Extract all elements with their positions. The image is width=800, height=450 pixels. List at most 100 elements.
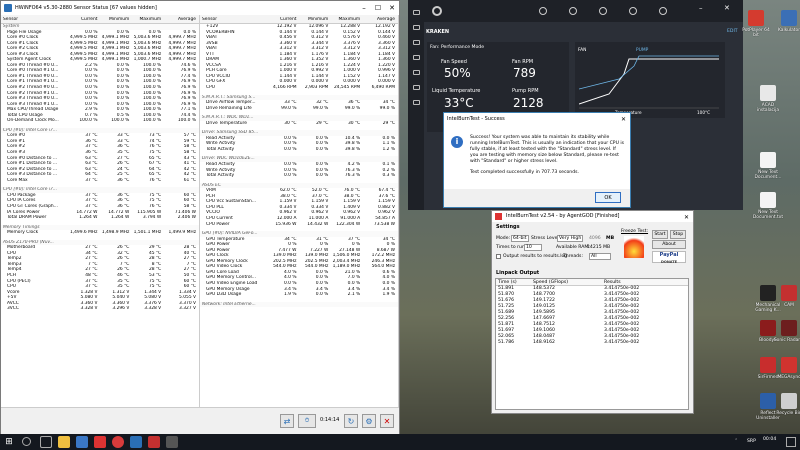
user-icon[interactable] — [659, 7, 667, 15]
clock-time[interactable]: 00:04 — [763, 437, 776, 442]
hwinfo-task-icon[interactable] — [130, 436, 142, 448]
desktop-icon[interactable]: New Text Document.txt — [751, 192, 785, 220]
desktop-icon[interactable]: ACAD instalacija — [751, 85, 785, 113]
sensor-row[interactable]: GPU D3D Usage 1.9 % 0.0 % 2.1 % 1.9 % — [200, 292, 398, 298]
cam-minimize-icon[interactable]: – — [699, 4, 703, 12]
hwinfo-left-header[interactable]: Sensor Current Minimum Maximum Average — [1, 15, 199, 24]
cam-edit-link[interactable]: EDIT — [727, 29, 738, 34]
col-current[interactable]: Current — [268, 17, 300, 22]
sensor-name: 3VCC — [7, 306, 19, 312]
col-average[interactable]: Average — [363, 17, 398, 22]
col-minimum[interactable]: Minimum — [100, 17, 132, 22]
chrome-icon[interactable] — [112, 436, 124, 448]
settings-icon[interactable]: ⚙ — [362, 414, 376, 428]
threads-select[interactable]: All — [589, 253, 611, 260]
hwinfo-titlebar[interactable]: HWiNFO64 v5.30-2880 Sensor Status [67 va… — [1, 1, 399, 15]
sensor-row[interactable]: Drive Temperature 30 °C 29 °C 30 °C 29 °C — [200, 121, 398, 127]
paypal-donate-button[interactable]: PayPal DONATE — [652, 251, 686, 264]
liquid-temp-label: Liquid Temperature — [432, 88, 481, 94]
col-average[interactable]: Average — [164, 17, 199, 22]
col-minimum[interactable]: Minimum — [299, 17, 331, 22]
sensor-row[interactable]: CPU Power 15.936 W 14.432 W 122.304 W 73.538… — [200, 222, 398, 228]
close-icon[interactable]: ✕ — [684, 212, 689, 223]
mode-select[interactable]: 64-bit — [511, 235, 529, 242]
desktop-icon-label: PotPlayer 64 bit — [742, 28, 770, 38]
sensor-row[interactable]: 3VCC 3.328 V 3.296 V 3.328 V 3.327 V — [1, 306, 199, 312]
lightning-icon[interactable] — [599, 7, 607, 15]
linpack-row[interactable]: 51.786 148.9162 3.414750e-002 — [496, 340, 688, 346]
ibt-titlebar[interactable]: IntelBurnTest v2.54 - by AgentGOD [Finis… — [492, 211, 693, 222]
about-button[interactable]: About — [652, 240, 686, 249]
desktop-icon[interactable]: Kalkulator — [772, 10, 800, 33]
edge-icon[interactable] — [76, 436, 88, 448]
sensor-group-row[interactable]: Network: Intel Etherne... — [200, 301, 398, 308]
sidebar-headset-icon[interactable] — [412, 70, 420, 75]
memory-size-input[interactable]: 4096 — [589, 236, 601, 241]
ok-button[interactable]: OK — [595, 192, 621, 203]
close-icon[interactable]: ✕ — [621, 114, 626, 126]
value-average: 6,490 RPM — [371, 85, 396, 91]
cam-fan-curve-graph[interactable]: FAN PUMP Temperature 100°C — [575, 42, 725, 118]
desktop-icon[interactable]: New Text Document... — [751, 152, 785, 180]
monitor-icon[interactable] — [539, 7, 547, 15]
sensor-row[interactable]: Total Activity 0.0 % 0.0 % 39.8 % 1.2 % — [200, 147, 398, 153]
network-icon[interactable]: ⇄ — [280, 414, 294, 428]
output-checkbox[interactable] — [496, 254, 501, 259]
sensor-row[interactable]: Drive Remaining Life 99.0 % 99.0 % 99.0 % 99… — [200, 106, 398, 112]
hwinfo-right-header[interactable]: Sensor Current Minimum Maximum Average — [200, 15, 398, 24]
stop-button[interactable]: Stop — [670, 230, 686, 239]
linpack-output-table[interactable]: Time (s) Speed (GFlops) Results 51.891 14… — [495, 278, 689, 410]
stress-level-select[interactable]: Very High — [557, 235, 583, 242]
sidebar-device-icon[interactable] — [412, 85, 420, 90]
sensor-row[interactable]: CPU 4,166 RPM 2,903 RPM 24,545 RPM 6,490 RPM — [200, 85, 398, 91]
ibt-task-icon[interactable] — [148, 436, 160, 448]
notification-icon[interactable] — [786, 437, 796, 447]
sensor-row[interactable]: Memory Clock 1,499.6 MHz 1,498.9 MHz 1,501.… — [1, 230, 199, 236]
tray-up-icon[interactable]: ˄ — [735, 439, 737, 444]
sensor-row[interactable]: On-Demand Clock Mo... 100.0 % 100.0 % 100.0… — [1, 118, 199, 124]
bell-icon[interactable] — [629, 7, 637, 15]
col-current[interactable]: Current — [69, 17, 101, 22]
close-sensors-icon[interactable]: ✕ — [380, 414, 394, 428]
desktop-icon-label: CAM — [784, 303, 794, 308]
sidebar-pc-icon[interactable] — [412, 10, 420, 15]
times-input[interactable]: 10 — [524, 244, 542, 251]
windows-start-icon[interactable]: ⊞ — [3, 436, 15, 448]
col-maximum[interactable]: Maximum — [132, 17, 164, 22]
desktop-icon-label: Kalkulator — [777, 28, 800, 33]
desktop-icon[interactable]: Sonic Radar II — [772, 320, 800, 343]
maximize-icon[interactable]: ☐ — [371, 1, 385, 15]
sidebar-mouse-icon[interactable] — [412, 55, 420, 60]
value-minimum: 29 °C — [316, 120, 329, 126]
language-indicator[interactable]: SRP — [747, 439, 756, 444]
cam-task-icon[interactable] — [166, 436, 178, 448]
cortana-icon[interactable] — [22, 437, 31, 446]
minimize-icon[interactable]: – — [357, 1, 371, 15]
freeze-test-icon[interactable] — [624, 236, 644, 258]
sensor-row[interactable]: Total Activity 0.0 % 0.0 % 76.3 % 0.3 % — [200, 173, 398, 179]
col-maximum[interactable]: Maximum — [331, 17, 363, 22]
ibs-titlebar[interactable]: IntelBurnTest - Success ✕ — [444, 113, 630, 125]
col-sensor[interactable]: Sensor — [1, 17, 69, 22]
task-view-icon[interactable] — [40, 436, 52, 448]
gear-icon[interactable] — [569, 7, 577, 15]
desktop-icon[interactable]: Recycle Bin — [772, 393, 800, 416]
desktop-icon[interactable]: CAM — [772, 285, 800, 308]
close-icon[interactable]: ✕ — [385, 1, 399, 15]
value-maximum: 24,545 RPM — [333, 85, 361, 91]
sensor-row[interactable]: Core Max 37 °C 36 °C 76 °C 61 °C — [1, 178, 199, 184]
hwinfo-right-pane[interactable]: Sensor Current Minimum Maximum Average +… — [200, 15, 399, 407]
sensor-row[interactable]: Total DRAM Power 1.264 W 1.264 W 3.794 W 2.4… — [1, 215, 199, 221]
start-button[interactable]: Start — [652, 230, 668, 239]
hwinfo-left-pane[interactable]: Sensor Current Minimum Maximum Average S… — [1, 15, 200, 407]
cam-close-icon[interactable]: ✕ — [724, 4, 730, 12]
sidebar-device2-icon[interactable] — [412, 100, 420, 105]
desktop-icon[interactable]: PotPlayer 64 bit — [739, 10, 773, 38]
desktop-icon[interactable]: MEGAsync — [772, 357, 800, 380]
sidebar-keyboard-icon[interactable] — [412, 40, 420, 45]
reset-icon[interactable]: ↻ — [344, 414, 358, 428]
explorer-icon[interactable] — [58, 436, 70, 448]
col-sensor[interactable]: Sensor — [200, 17, 268, 22]
opera-icon[interactable] — [94, 436, 106, 448]
sidebar-kraken-icon[interactable] — [412, 25, 420, 30]
